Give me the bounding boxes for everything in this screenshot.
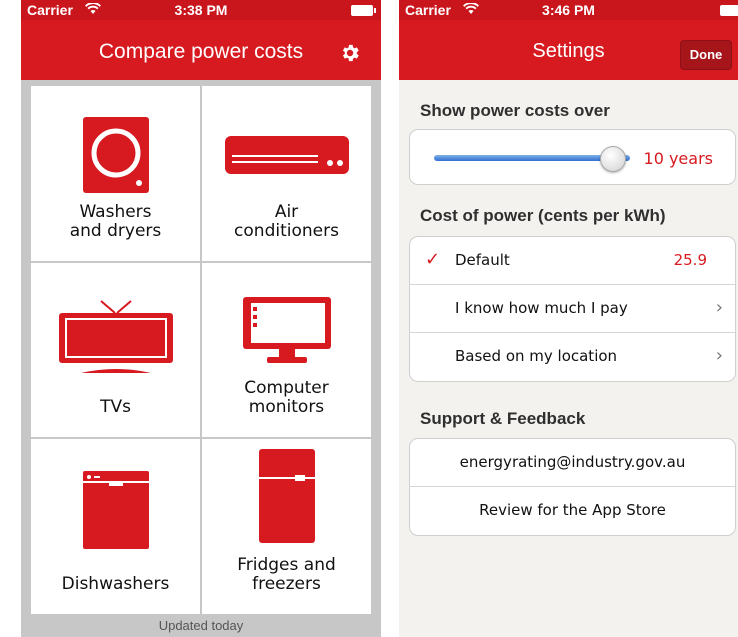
page-title: Compare power costs (98, 40, 304, 63)
option-know-how-much-i-pay[interactable]: I know how much I pay › (410, 285, 735, 333)
chevron-right-icon: › (715, 297, 723, 318)
nav-bar: Compare power costs (21, 20, 381, 80)
settings-screen: Carrier 3:46 PM Settings Done Show power… (399, 0, 738, 637)
tile-label-fridges: Fridges and freezers (237, 555, 336, 594)
chevron-right-icon: › (715, 345, 723, 366)
tile-label-tvs: TVs (100, 397, 131, 418)
battery-icon (351, 5, 376, 16)
support-email: energyrating@industry.gov.au (459, 453, 686, 471)
tile-computer-monitors[interactable]: Computer monitors (202, 262, 371, 438)
updated-status: Updated today (21, 615, 381, 637)
washer-icon (31, 100, 200, 210)
section-header-power-costs: Show power costs over (420, 101, 610, 120)
status-bar: Carrier 3:38 PM (21, 0, 381, 20)
compare-power-costs-screen: Carrier 3:38 PM Compare power costs Wash… (21, 0, 381, 637)
battery-icon (720, 5, 738, 16)
support-group: energyrating@industry.gov.au Review for … (409, 438, 736, 536)
tile-dishwashers[interactable]: Dishwashers (31, 439, 200, 614)
years-slider-group: 10 years (409, 129, 736, 185)
tile-air-conditioners[interactable]: Air conditioners (202, 86, 371, 261)
tile-tvs[interactable]: TVs (31, 262, 200, 438)
section-header-cost-of-power: Cost of power (cents per kWh) (420, 206, 666, 225)
appliance-grid: Washers and dryers Air conditioners TVs … (31, 86, 371, 614)
tile-washers-and-dryers[interactable]: Washers and dryers (31, 86, 200, 261)
air-conditioner-icon (202, 100, 371, 210)
status-time: 3:38 PM (174, 2, 228, 18)
years-slider-value: 10 years (643, 149, 713, 168)
option-based-on-location[interactable]: Based on my location › (410, 333, 735, 381)
years-slider-thumb[interactable] (600, 146, 626, 172)
fridge-icon (202, 441, 371, 551)
status-bar: Carrier 3:46 PM (399, 0, 738, 20)
review-label: Review for the App Store (479, 501, 666, 519)
monitor-icon (202, 277, 371, 387)
checkmark-icon: ✓ (425, 249, 441, 270)
cost-options-group: ✓ Default 25.9 I know how much I pay › B… (409, 236, 736, 382)
review-app-store-link[interactable]: Review for the App Store (410, 487, 735, 535)
gear-icon[interactable] (339, 42, 361, 64)
option-label-default: Default (455, 251, 510, 269)
option-default[interactable]: ✓ Default 25.9 (410, 237, 735, 285)
dishwasher-icon (31, 453, 200, 563)
option-label-know-pay: I know how much I pay (455, 299, 628, 317)
default-cost-value: 25.9 (673, 251, 707, 269)
option-label-location: Based on my location (455, 347, 618, 365)
tile-label-dishwashers: Dishwashers (61, 574, 170, 594)
status-time: 3:46 PM (542, 2, 595, 18)
tile-fridges-and-freezers[interactable]: Fridges and freezers (202, 439, 371, 614)
nav-bar: Settings Done (399, 20, 738, 80)
tv-icon (31, 277, 200, 387)
section-header-support: Support & Feedback (420, 409, 586, 428)
email-support-link[interactable]: energyrating@industry.gov.au (410, 439, 735, 487)
done-button[interactable]: Done (680, 40, 732, 70)
